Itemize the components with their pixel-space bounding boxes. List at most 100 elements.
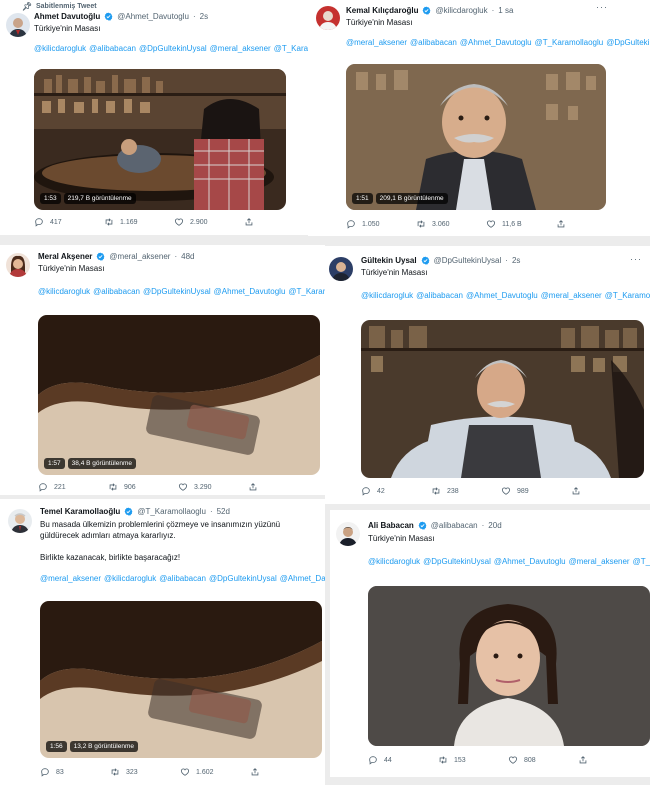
video-player[interactable]: 1:51 209,1 B görüntülenme bbox=[346, 64, 606, 210]
avatar[interactable] bbox=[6, 253, 30, 277]
tweet-time[interactable]: 2s bbox=[200, 12, 208, 21]
mention-link[interactable]: @alibabacan bbox=[159, 574, 206, 583]
mention-link[interactable]: @DpGultekinUysal bbox=[606, 38, 650, 47]
tweet-card[interactable]: Kemal Kılıçdaroğlu @kilicdarogluk · 1 sa… bbox=[308, 0, 650, 236]
mention-link[interactable]: @meral_aksener bbox=[569, 557, 630, 566]
more-options-icon[interactable]: ··· bbox=[630, 254, 642, 264]
author-handle[interactable]: @alibabacan bbox=[431, 521, 478, 530]
reply-button[interactable]: 417 bbox=[34, 217, 104, 227]
share-icon bbox=[556, 219, 566, 229]
mention-link[interactable]: @meral_aksener bbox=[541, 291, 602, 300]
mention-link[interactable]: @alibabacan bbox=[89, 44, 136, 53]
share-button[interactable] bbox=[248, 482, 258, 492]
retweet-button[interactable]: 1.169 bbox=[104, 217, 174, 227]
avatar[interactable] bbox=[336, 522, 360, 546]
mention-link[interactable]: @kilicdarogluk bbox=[34, 44, 86, 53]
like-button[interactable]: 989 bbox=[501, 486, 571, 496]
video-player[interactable] bbox=[361, 320, 644, 478]
mention-link[interactable]: @alibabacan bbox=[416, 291, 463, 300]
retweet-count: 238 bbox=[447, 487, 459, 495]
mention-link[interactable]: @DpGultekinUysal bbox=[209, 574, 277, 583]
mention-link[interactable]: @DpGultekinUysal bbox=[143, 287, 211, 296]
share-button[interactable] bbox=[578, 755, 588, 765]
share-button[interactable] bbox=[556, 219, 566, 229]
author-name[interactable]: Gültekin Uysal bbox=[361, 256, 417, 265]
tweet-time[interactable]: 52d bbox=[217, 507, 230, 516]
tweet-card[interactable]: Ali Babacan @alibabacan · 20d Türkiye'ni… bbox=[330, 510, 650, 777]
author-handle[interactable]: @Ahmet_Davutoglu bbox=[117, 12, 189, 21]
mention-link[interactable]: @alibabacan bbox=[410, 38, 457, 47]
reply-button[interactable]: 221 bbox=[38, 482, 108, 492]
mention-link[interactable]: @kilicdarogluk bbox=[361, 291, 413, 300]
tweet-card[interactable]: Meral Akşener @meral_aksener · 48d Türki… bbox=[0, 245, 325, 495]
avatar[interactable] bbox=[8, 509, 32, 533]
tweet-time[interactable]: 1 sa bbox=[498, 6, 513, 15]
author-name[interactable]: Temel Karamollaoğlu bbox=[40, 507, 120, 516]
reply-button[interactable]: 83 bbox=[40, 767, 110, 777]
mention-link[interactable]: @kilicdarogluk bbox=[368, 557, 420, 566]
share-button[interactable] bbox=[244, 217, 254, 227]
like-button[interactable]: 2.900 bbox=[174, 217, 244, 227]
author-name[interactable]: Kemal Kılıçdaroğlu bbox=[346, 6, 418, 15]
video-player[interactable]: 1:57 38,4 B görüntülenme bbox=[38, 315, 320, 475]
mention-link[interactable]: @T_Karamollaoglu bbox=[605, 291, 650, 300]
mention-link[interactable]: @T_Karamollaoglu bbox=[288, 287, 325, 296]
tweet-time[interactable]: 48d bbox=[181, 252, 194, 261]
reply-button[interactable]: 1.050 bbox=[346, 219, 416, 229]
like-button[interactable]: 1.602 bbox=[180, 767, 250, 777]
tweet-time[interactable]: 20d bbox=[488, 521, 501, 530]
mention-link[interactable]: @T_Karamollaoglu bbox=[633, 557, 650, 566]
tweet-card[interactable]: Gültekin Uysal @DpGultekinUysal · 2s ···… bbox=[325, 246, 650, 504]
mention-link[interactable]: @meral_aksener bbox=[346, 38, 407, 47]
retweet-button[interactable]: 323 bbox=[110, 767, 180, 777]
mention-link[interactable]: @alibabacan bbox=[93, 287, 140, 296]
author-handle[interactable]: @meral_aksener bbox=[109, 252, 170, 261]
video-player[interactable]: 1:56 13,2 B görüntülenme bbox=[40, 601, 322, 758]
tweet-card[interactable]: 📌︎ Sabitlenmiş Tweet Ahmet Davutoğlu @Ah… bbox=[0, 0, 315, 235]
mention-link[interactable]: @Ahmet_Davutoglu bbox=[494, 557, 566, 566]
mention-link[interactable]: @kilicdarogluk bbox=[104, 574, 156, 583]
mention-link[interactable]: @T_Karamollaoglu bbox=[535, 38, 604, 47]
mention-link[interactable]: @DpGultekinUysal bbox=[423, 557, 491, 566]
mention-link[interactable]: @kilicdarogluk bbox=[38, 287, 90, 296]
mention-link[interactable]: @meral_aksener bbox=[40, 574, 101, 583]
author-name[interactable]: Meral Akşener bbox=[38, 252, 92, 261]
like-icon bbox=[501, 486, 511, 496]
mention-link[interactable]: @Ahmet_Davutoglu bbox=[214, 287, 286, 296]
author-handle[interactable]: @T_Karamollaoglu bbox=[137, 507, 206, 516]
more-options-icon[interactable]: ··· bbox=[596, 2, 608, 12]
tweet-time[interactable]: 2s bbox=[512, 256, 520, 265]
like-button[interactable]: 3.290 bbox=[178, 482, 248, 492]
share-button[interactable] bbox=[571, 486, 581, 496]
retweet-button[interactable]: 3.060 bbox=[416, 219, 486, 229]
mention-link[interactable]: @meral_aksener bbox=[210, 44, 271, 53]
avatar[interactable] bbox=[6, 13, 30, 37]
retweet-button[interactable]: 238 bbox=[431, 486, 501, 496]
reply-button[interactable]: 42 bbox=[361, 486, 431, 496]
mention-link[interactable]: @Ahmet_Davutoglu bbox=[280, 574, 325, 583]
avatar[interactable] bbox=[329, 257, 353, 281]
reply-icon bbox=[368, 755, 378, 765]
like-button[interactable]: 808 bbox=[508, 755, 578, 765]
author-handle[interactable]: @DpGultekinUysal bbox=[434, 256, 502, 265]
video-player[interactable]: 1:53 219,7 B görüntülenme bbox=[34, 69, 286, 210]
retweet-button[interactable]: 153 bbox=[438, 755, 508, 765]
verified-badge-icon bbox=[422, 6, 431, 15]
avatar[interactable] bbox=[316, 6, 340, 30]
tweet-card[interactable]: Temel Karamollaoğlu @T_Karamollaoglu · 5… bbox=[0, 499, 325, 785]
like-icon bbox=[508, 755, 518, 765]
mention-list: @kilicdarogluk @alibabacan @DpGultekinUysa… bbox=[34, 43, 315, 54]
video-player[interactable] bbox=[368, 586, 650, 746]
mention-link[interactable]: @DpGultekinUysal bbox=[139, 44, 207, 53]
mention-link[interactable]: @Ahmet_Davutoglu bbox=[460, 38, 532, 47]
video-views: 38,4 B görüntülenme bbox=[67, 458, 137, 469]
like-button[interactable]: 11,6 B bbox=[486, 219, 556, 229]
author-name[interactable]: Ahmet Davutoğlu bbox=[34, 12, 100, 21]
retweet-button[interactable]: 906 bbox=[108, 482, 178, 492]
tweet-text-line: Birlikte kazanacak, birlikte başaracağız… bbox=[40, 553, 181, 562]
share-button[interactable] bbox=[250, 767, 260, 777]
author-handle[interactable]: @kilicdarogluk bbox=[435, 6, 487, 15]
mention-link[interactable]: @Ahmet_Davutoglu bbox=[466, 291, 538, 300]
author-name[interactable]: Ali Babacan bbox=[368, 521, 414, 530]
reply-button[interactable]: 44 bbox=[368, 755, 438, 765]
